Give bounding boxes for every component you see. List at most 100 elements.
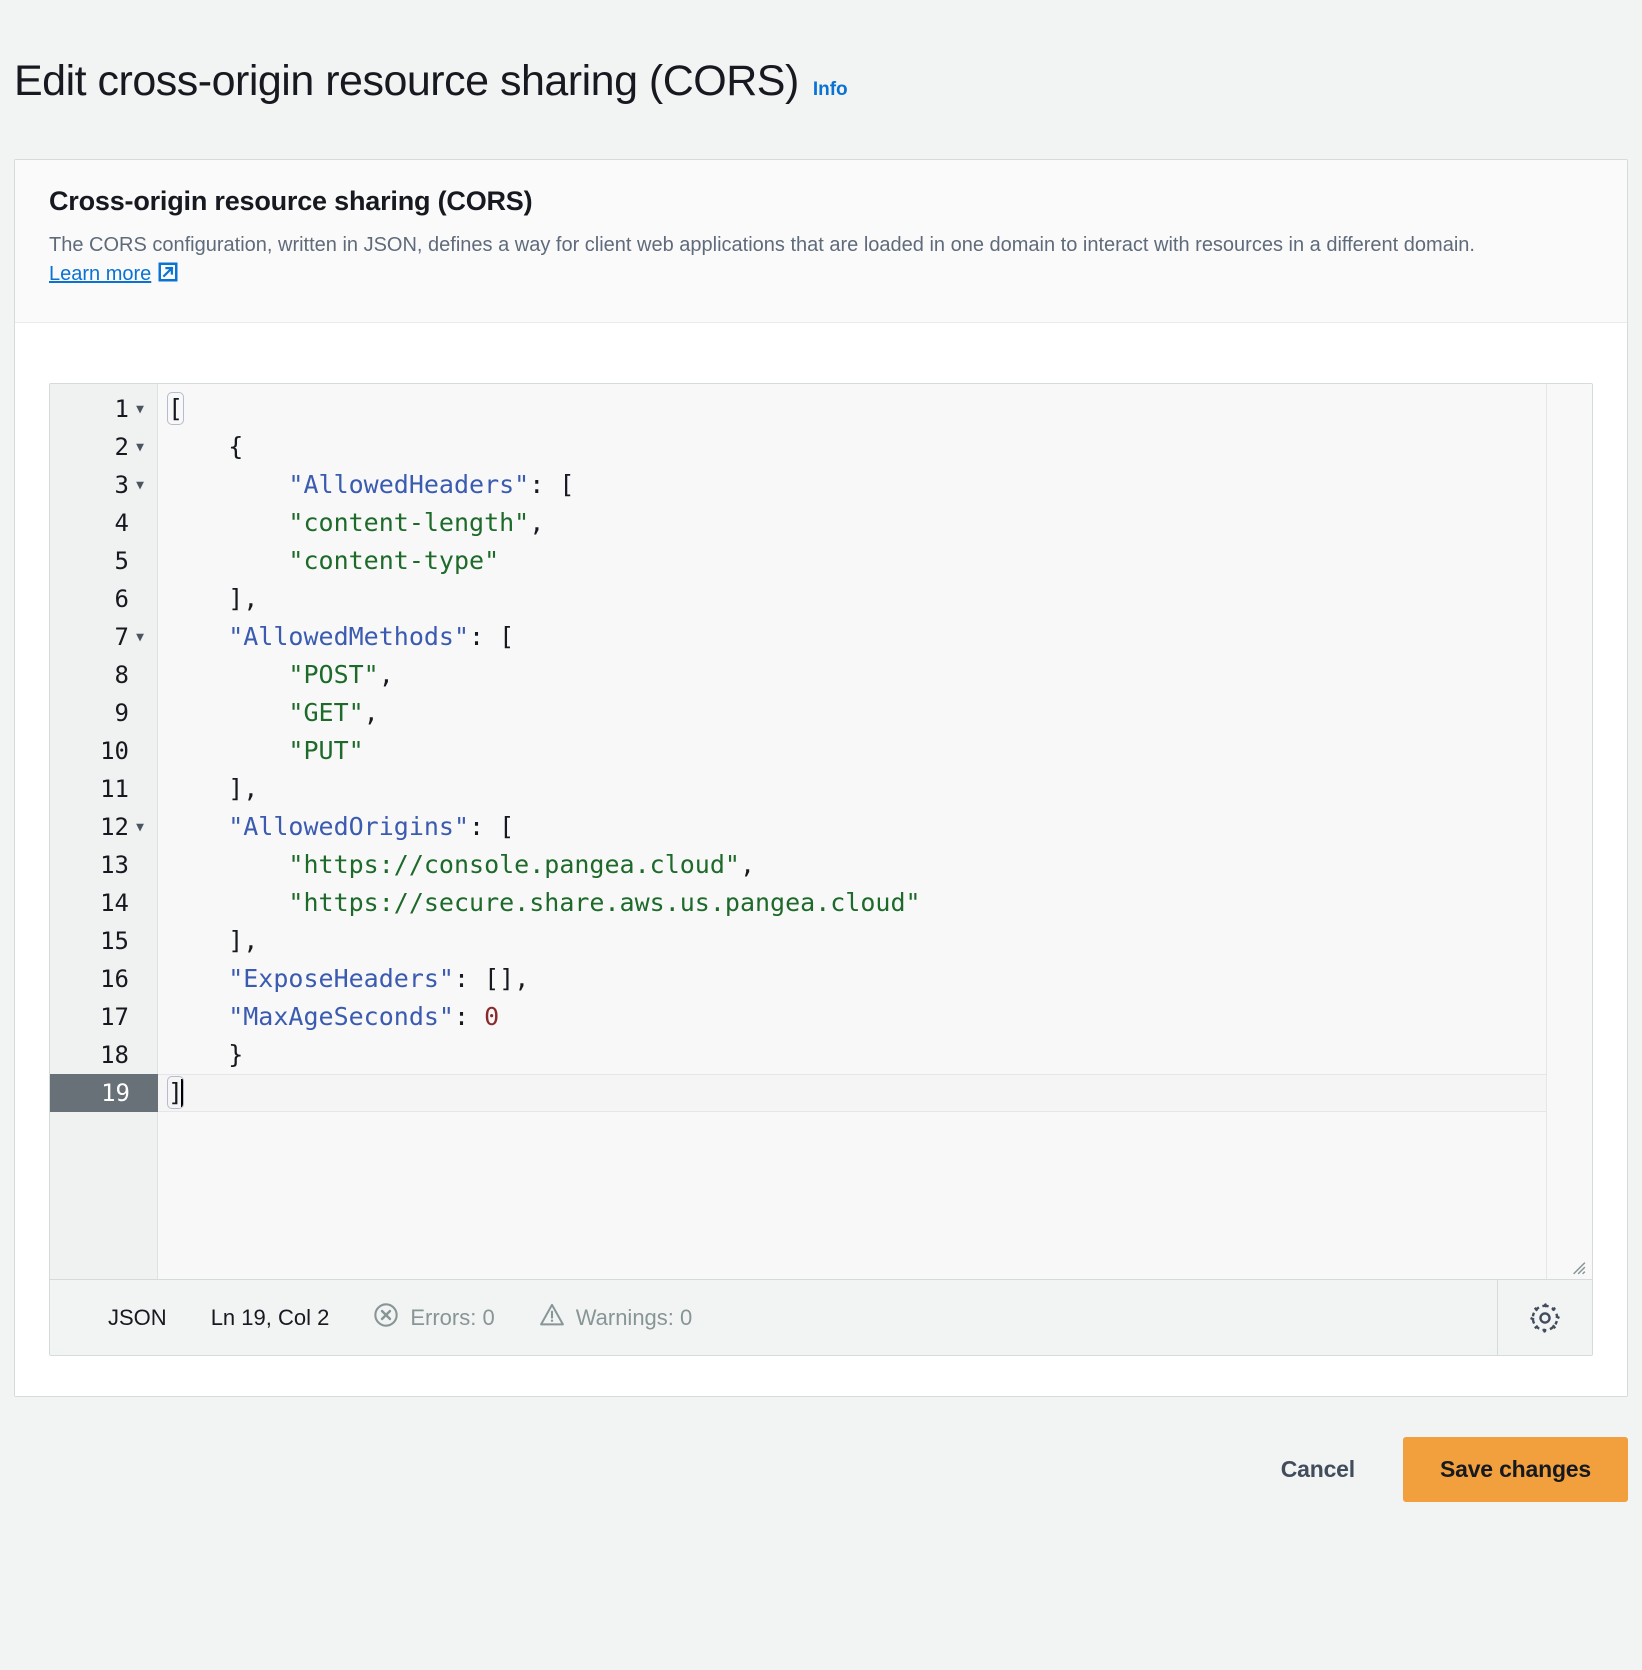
line-number[interactable]: 11 <box>50 770 157 808</box>
info-link[interactable]: Info <box>813 79 848 101</box>
code-line[interactable]: "AllowedHeaders": [ <box>158 466 1592 504</box>
line-number-gutter[interactable]: 1 ▼ 2 ▼ 3 ▼ 4 5 6 7 ▼ 8 9 10 11 12 ▼ 13 14 15 16 17 18 19 <box>50 384 158 1280</box>
code-content[interactable]: [ { "AllowedHeaders": [ "content-length"… <box>158 384 1592 1280</box>
code-line[interactable]: ], <box>158 770 1592 808</box>
status-errors-label: Errors: 0 <box>410 1304 495 1330</box>
line-number-label: 2 <box>114 433 129 462</box>
editor-status-bar: JSON Ln 19, Col 2 Errors: 0 Warnings: 0 <box>50 1279 1592 1356</box>
cors-container: Cross-origin resource sharing (CORS) The… <box>14 159 1628 1398</box>
line-number[interactable]: 2 ▼ <box>50 428 157 466</box>
line-number-label: 8 <box>114 661 129 690</box>
code-token-punct: , <box>378 660 394 690</box>
code-line[interactable]: "https://console.pangea.cloud", <box>158 846 1592 884</box>
code-line[interactable]: ] <box>158 1074 1592 1113</box>
editor-resize-handle[interactable] <box>1568 1257 1586 1275</box>
code-token-key: "ExposeHeaders" <box>168 964 454 994</box>
line-number-label: 15 <box>100 927 129 956</box>
code-token-str: "POST" <box>168 660 379 690</box>
status-left-group: JSON Ln 19, Col 2 Errors: 0 Warnings: 0 <box>50 1302 1497 1334</box>
code-line[interactable]: "PUT" <box>158 732 1592 770</box>
code-token-str: "https://secure.share.aws.us.pangea.clou… <box>168 888 921 918</box>
chevron-down-icon[interactable]: ▼ <box>129 821 151 834</box>
line-number-label: 1 <box>114 395 129 424</box>
line-number-label: 9 <box>114 699 129 728</box>
code-token-key: "MaxAgeSeconds" <box>168 1002 454 1032</box>
code-line[interactable]: "POST", <box>158 656 1592 694</box>
line-number[interactable]: 19 <box>50 1074 158 1113</box>
code-token-str: "content-length" <box>168 508 530 538</box>
code-line[interactable]: ], <box>158 580 1592 618</box>
line-number[interactable]: 7 ▼ <box>50 618 157 656</box>
status-language: JSON <box>108 1305 167 1331</box>
code-line[interactable]: "ExposeHeaders": [], <box>158 960 1592 998</box>
line-number[interactable]: 8 <box>50 656 157 694</box>
status-right-group <box>1498 1298 1592 1338</box>
line-number[interactable]: 15 <box>50 922 157 960</box>
learn-more-link[interactable]: Learn more <box>49 263 151 285</box>
code-line[interactable]: "content-length", <box>158 504 1592 542</box>
line-number[interactable]: 6 <box>50 580 157 618</box>
line-number-label: 3 <box>114 471 129 500</box>
line-number-label: 5 <box>114 547 129 576</box>
line-number[interactable]: 16 <box>50 960 157 998</box>
chevron-down-icon[interactable]: ▼ <box>129 631 151 644</box>
save-changes-button[interactable]: Save changes <box>1402 1437 1628 1503</box>
external-link-icon <box>157 261 179 292</box>
code-token-punct: : [ <box>469 622 515 652</box>
line-number[interactable]: 14 <box>50 884 157 922</box>
code-token-punct: : <box>453 1002 485 1032</box>
line-number-label: 7 <box>114 623 129 652</box>
line-number-label: 18 <box>100 1041 129 1070</box>
code-line[interactable]: } <box>158 1036 1592 1074</box>
cancel-button[interactable]: Cancel <box>1255 1440 1381 1499</box>
code-line[interactable]: ], <box>158 922 1592 960</box>
line-number[interactable]: 1 ▼ <box>50 390 157 428</box>
code-token-key: "AllowedHeaders" <box>168 470 530 500</box>
code-token-num: 0 <box>484 1002 500 1032</box>
code-line[interactable]: "AllowedMethods": [ <box>158 618 1592 656</box>
code-token-punct: ], <box>168 926 259 956</box>
line-number[interactable]: 18 <box>50 1036 157 1074</box>
editor-settings-button[interactable] <box>1525 1298 1565 1338</box>
code-token-str: "https://console.pangea.cloud" <box>168 850 740 880</box>
container-description: The CORS configuration, written in JSON,… <box>49 231 1479 292</box>
line-number[interactable]: 13 <box>50 846 157 884</box>
code-line[interactable]: { <box>158 428 1592 466</box>
line-number[interactable]: 3 ▼ <box>50 466 157 504</box>
line-number[interactable]: 12 ▼ <box>50 808 157 846</box>
line-number-label: 13 <box>100 851 129 880</box>
editor-scroll-column[interactable] <box>1546 384 1592 1280</box>
code-token-punct: { <box>168 432 244 462</box>
code-line[interactable]: "MaxAgeSeconds": 0 <box>158 998 1592 1036</box>
line-number[interactable]: 5 <box>50 542 157 580</box>
status-warnings: Warnings: 0 <box>539 1302 692 1334</box>
status-errors: Errors: 0 <box>373 1302 495 1334</box>
container-header: Cross-origin resource sharing (CORS) The… <box>15 160 1627 324</box>
line-number[interactable]: 4 <box>50 504 157 542</box>
line-number-label: 14 <box>100 889 129 918</box>
chevron-down-icon[interactable]: ▼ <box>129 479 151 492</box>
code-line[interactable]: "https://secure.share.aws.us.pangea.clou… <box>158 884 1592 922</box>
container-body: 1 ▼ 2 ▼ 3 ▼ 4 5 6 7 ▼ 8 9 10 11 12 ▼ 13 14 15 16 17 18 19 [ { "… <box>15 323 1627 1397</box>
code-line[interactable]: [ <box>158 390 1592 428</box>
code-editor[interactable]: 1 ▼ 2 ▼ 3 ▼ 4 5 6 7 ▼ 8 9 10 11 12 ▼ 13 14 15 16 17 18 19 [ { "… <box>49 383 1593 1357</box>
line-number[interactable]: 17 <box>50 998 157 1036</box>
chevron-down-icon[interactable]: ▼ <box>129 441 151 454</box>
line-number-label: 16 <box>100 965 129 994</box>
code-token-punct: , <box>363 698 379 728</box>
line-number[interactable]: 9 <box>50 694 157 732</box>
editor-area[interactable]: 1 ▼ 2 ▼ 3 ▼ 4 5 6 7 ▼ 8 9 10 11 12 ▼ 13 14 15 16 17 18 19 [ { "… <box>50 384 1592 1280</box>
line-number-label: 6 <box>114 585 129 614</box>
status-language-label: JSON <box>108 1304 167 1330</box>
line-number-label: 19 <box>101 1079 130 1108</box>
container-title: Cross-origin resource sharing (CORS) <box>49 186 533 217</box>
code-line[interactable]: "AllowedOrigins": [ <box>158 808 1592 846</box>
code-token-punct: : [ <box>529 470 575 500</box>
text-cursor <box>181 1079 184 1108</box>
code-line[interactable]: "content-type" <box>158 542 1592 580</box>
line-number[interactable]: 10 <box>50 732 157 770</box>
code-token-punct: : [ <box>469 812 515 842</box>
chevron-down-icon[interactable]: ▼ <box>129 403 151 416</box>
code-line[interactable]: "GET", <box>158 694 1592 732</box>
status-cursor-label: Ln 19, Col 2 <box>210 1304 330 1330</box>
